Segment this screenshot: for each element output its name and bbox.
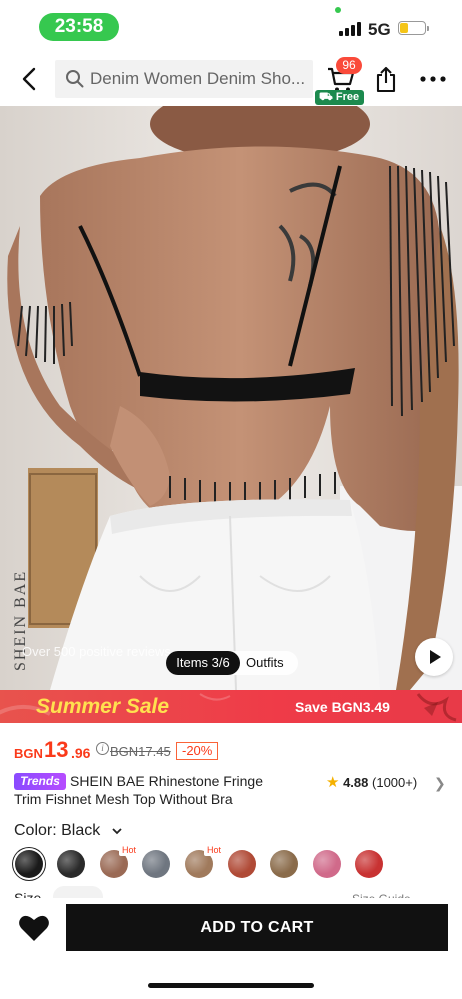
bottom-action-bar: ADD TO CART xyxy=(0,898,462,999)
rating-summary[interactable]: ★ 4.88 (1000+) xyxy=(326,773,417,791)
cart-count-badge: 96 xyxy=(336,57,362,74)
review-count: (1000+) xyxy=(372,775,418,790)
color-swatch-red-mesh[interactable] xyxy=(355,850,383,878)
chevron-down-icon[interactable] xyxy=(112,826,122,836)
color-swatch-black[interactable] xyxy=(15,850,43,878)
status-time: 23:58 xyxy=(39,13,119,41)
product-photo xyxy=(0,106,462,690)
battery-icon xyxy=(398,21,429,35)
hot-badge: Hot xyxy=(119,845,140,856)
price-decimal: .96 xyxy=(71,745,91,761)
items-tab[interactable]: Items 3/6 xyxy=(166,651,240,675)
heart-icon[interactable] xyxy=(18,914,50,942)
back-arrow-icon[interactable] xyxy=(18,66,42,92)
color-swatch-pink-mesh[interactable] xyxy=(313,850,341,878)
price-currency: BGN xyxy=(14,746,43,761)
cell-signal-icon xyxy=(339,22,361,36)
discount-badge: -20% xyxy=(176,742,219,760)
search-input[interactable]: Denim Women Denim Sho... xyxy=(90,69,310,89)
more-options-icon[interactable] xyxy=(420,76,446,82)
play-icon xyxy=(430,650,441,664)
truck-icon: ⛟ xyxy=(319,91,336,103)
free-shipping-label: Free xyxy=(335,91,360,103)
product-image-carousel[interactable]: SHEIN BAE Over 500 positive reviews Item… xyxy=(0,106,462,690)
price-integer: 13 xyxy=(44,737,69,762)
color-swatch-gold-mesh[interactable] xyxy=(270,850,298,878)
rating-value: 4.88 xyxy=(343,775,369,790)
promo-savings: Save BGN3.49 xyxy=(295,699,390,715)
free-shipping-tag: ⛟ Free xyxy=(315,90,365,105)
share-icon[interactable] xyxy=(374,66,398,94)
play-video-button[interactable] xyxy=(415,638,453,676)
network-type: 5G xyxy=(368,20,391,39)
color-swatch-silver-mesh[interactable] xyxy=(142,850,170,878)
info-icon[interactable]: i xyxy=(96,742,109,755)
top-nav-bar: Denim Women Denim Sho... 96 ⛟ Free xyxy=(0,54,462,106)
product-title-line-2: Trim Fishnet Mesh Top Without Bra xyxy=(14,791,233,807)
hot-badge: Hot xyxy=(204,845,225,856)
original-price: BGN17.45 xyxy=(110,744,171,759)
camera-indicator-dot xyxy=(335,7,341,13)
home-indicator xyxy=(148,983,314,988)
trends-tag[interactable]: Trends xyxy=(14,773,66,790)
search-bar[interactable]: Denim Women Denim Sho... xyxy=(55,60,313,98)
color-label: Color: Black xyxy=(14,822,101,839)
chevron-right-icon[interactable]: ❯ xyxy=(434,775,446,792)
price-row: BGN 13 .96 i BGN17.45 -20% xyxy=(14,737,454,765)
outfits-tab[interactable]: Outfits xyxy=(246,651,284,675)
search-icon xyxy=(66,70,84,88)
color-swatch-black-mesh[interactable] xyxy=(57,850,85,878)
status-bar: 23:58 5G xyxy=(0,0,462,54)
reviews-watermark: Over 500 positive reviews xyxy=(22,644,171,659)
product-title-line-1: SHEIN BAE Rhinestone Fringe xyxy=(70,773,263,789)
color-swatch-red-brown[interactable] xyxy=(228,850,256,878)
promo-banner[interactable]: Summer Sale Save BGN3.49 xyxy=(0,690,462,723)
add-to-cart-button[interactable]: ADD TO CART xyxy=(66,904,448,951)
gallery-switcher: Items 3/6 Outfits xyxy=(166,651,298,675)
promo-title: Summer Sale xyxy=(36,695,170,718)
star-icon: ★ xyxy=(326,774,340,791)
